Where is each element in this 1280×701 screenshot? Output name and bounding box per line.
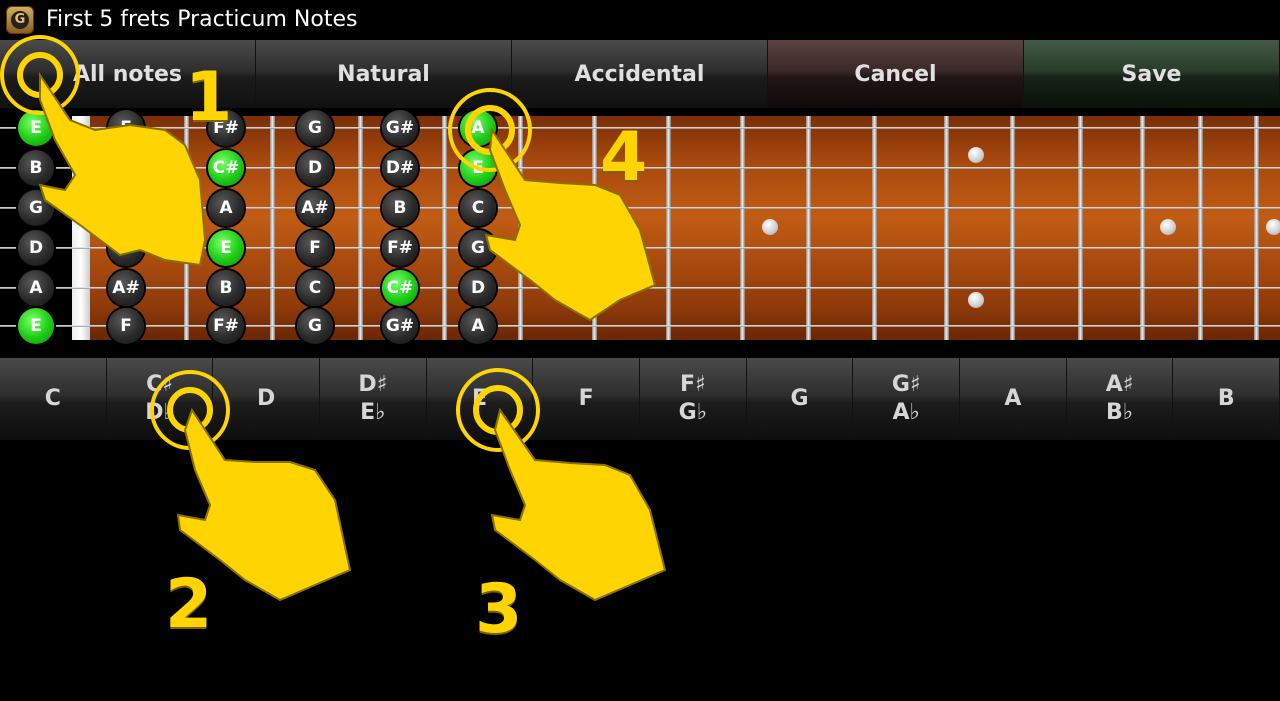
tap-hint-ring-4 [448, 88, 532, 172]
tutorial-step-1: 1 [185, 58, 233, 137]
tutorial-step-4: 4 [600, 118, 648, 197]
tutorial-step-2: 2 [165, 565, 213, 644]
tutorial-step-3: 3 [475, 570, 523, 649]
